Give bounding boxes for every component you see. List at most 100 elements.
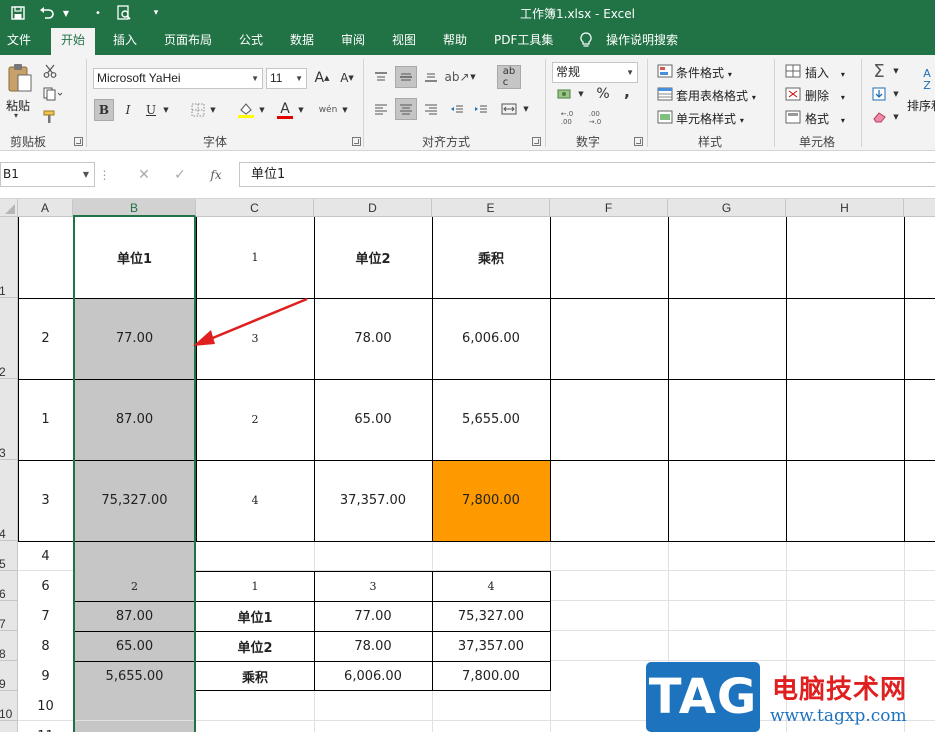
insert-cells-button[interactable]: 插入 ▾ xyxy=(805,64,845,81)
redo-icon[interactable]: • xyxy=(87,3,109,23)
enter-icon[interactable]: ✓ xyxy=(166,162,194,187)
fill-color-dropdown-icon[interactable]: ▼ xyxy=(257,99,267,121)
cell-d2[interactable]: 78.00 xyxy=(314,298,432,379)
cell-e1[interactable]: 乘积 xyxy=(432,217,550,298)
font-launcher-icon[interactable] xyxy=(352,137,361,146)
font-color-dropdown-icon[interactable]: ▼ xyxy=(296,99,306,121)
autosum-icon[interactable]: Σ xyxy=(869,61,889,82)
fill-color-icon[interactable] xyxy=(236,100,256,120)
row-header-3[interactable]: 3 xyxy=(0,379,18,460)
tab-file[interactable]: 文件 xyxy=(7,32,31,52)
underline-dropdown-icon[interactable]: ▼ xyxy=(161,99,171,121)
cell-b9[interactable]: 5,655.00 xyxy=(73,661,196,691)
undo-dropdown-icon[interactable]: ▼ xyxy=(60,3,72,23)
clipboard-launcher-icon[interactable] xyxy=(74,137,83,146)
cell-styles-button[interactable]: 单元格样式 ▾ xyxy=(676,110,744,127)
clear-icon[interactable] xyxy=(869,108,889,126)
merge-center-icon[interactable] xyxy=(499,99,519,119)
decrease-indent-icon[interactable] xyxy=(447,99,467,119)
row-header-7[interactable]: 7 xyxy=(0,601,18,631)
paste-dropdown-icon[interactable]: ▾ xyxy=(14,111,18,120)
decrease-decimal-icon[interactable]: .00 →.0 xyxy=(583,107,607,129)
format-cells-icon[interactable] xyxy=(784,109,802,125)
cell-c3[interactable]: 2 xyxy=(196,379,314,460)
column-header-a[interactable]: A xyxy=(18,199,73,217)
cell-a5[interactable]: 4 xyxy=(18,541,73,571)
insert-function-icon[interactable]: fx xyxy=(202,162,230,187)
cell-d1[interactable]: 单位2 xyxy=(314,217,432,298)
cell-b4[interactable]: 75,327.00 xyxy=(73,460,196,541)
print-preview-icon[interactable] xyxy=(113,3,135,23)
align-right-icon[interactable] xyxy=(421,99,441,119)
underline-button[interactable]: U xyxy=(142,99,160,121)
tell-me-search[interactable]: 操作说明搜索 xyxy=(606,32,678,52)
delete-cells-icon[interactable] xyxy=(784,86,802,102)
cell-a4[interactable]: 3 xyxy=(18,460,73,541)
alignment-launcher-icon[interactable] xyxy=(532,137,541,146)
cell-d7[interactable]: 77.00 xyxy=(314,601,432,631)
orientation-icon[interactable]: ab↗ xyxy=(444,67,469,87)
currency-icon[interactable] xyxy=(555,85,575,103)
row-header-6[interactable]: 6 xyxy=(0,571,18,601)
borders-dropdown-icon[interactable]: ▼ xyxy=(208,99,218,121)
paste-icon[interactable] xyxy=(6,61,34,95)
cell-d6[interactable]: 3 xyxy=(314,571,432,601)
currency-dropdown-icon[interactable]: ▼ xyxy=(576,85,586,103)
cell-e4[interactable]: 7,800.00 xyxy=(432,460,550,541)
cell-b2[interactable]: 77.00 xyxy=(73,298,196,379)
cancel-icon[interactable]: ✕ xyxy=(130,162,158,187)
select-all-button[interactable] xyxy=(0,199,18,217)
formula-input[interactable]: 单位1 xyxy=(239,162,935,187)
align-center-icon[interactable] xyxy=(395,98,417,120)
column-header-g[interactable]: G xyxy=(668,199,786,217)
shrink-font-button[interactable]: A ▼ xyxy=(338,68,356,88)
align-left-icon[interactable] xyxy=(371,99,391,119)
merge-dropdown-icon[interactable]: ▼ xyxy=(521,99,531,119)
cell-e3[interactable]: 5,655.00 xyxy=(432,379,550,460)
column-header-b[interactable]: B xyxy=(73,199,196,217)
cell-a10[interactable]: 10 xyxy=(18,691,73,721)
tab-view[interactable]: 视图 xyxy=(392,32,416,52)
cell-a3[interactable]: 1 xyxy=(18,379,73,460)
cell-c1[interactable]: 1 xyxy=(196,217,314,298)
phonetic-guide-icon[interactable]: wén xyxy=(318,100,338,120)
save-icon[interactable] xyxy=(7,3,29,23)
cell-b7[interactable]: 87.00 xyxy=(73,601,196,631)
row-header-1[interactable]: 1 xyxy=(0,217,18,298)
bold-button[interactable]: B xyxy=(94,99,114,121)
cell-a8[interactable]: 8 xyxy=(18,631,73,661)
row-header-10[interactable]: 10 xyxy=(0,691,18,721)
copy-icon[interactable] xyxy=(41,85,65,103)
grow-font-button[interactable]: A ▲ xyxy=(313,68,331,88)
comma-button[interactable]: , xyxy=(620,82,634,102)
number-format-select[interactable]: 常规 ▼ xyxy=(552,62,638,83)
undo-icon[interactable] xyxy=(36,3,58,23)
sort-filter-icon[interactable]: AZ xyxy=(917,63,935,97)
font-size-select[interactable]: 11 ▼ xyxy=(266,68,307,89)
row-header-9[interactable]: 9 xyxy=(0,661,18,691)
format-painter-icon[interactable] xyxy=(41,108,59,126)
percent-button[interactable]: % xyxy=(594,84,612,104)
borders-icon[interactable] xyxy=(189,101,207,119)
tab-data[interactable]: 数据 xyxy=(290,32,314,52)
column-header-f[interactable]: F xyxy=(550,199,668,217)
row-header-5[interactable]: 5 xyxy=(0,541,18,571)
delete-cells-button[interactable]: 删除 ▾ xyxy=(805,87,845,104)
italic-button[interactable]: I xyxy=(119,99,137,121)
tab-pdf-tools[interactable]: PDF工具集 xyxy=(494,32,553,52)
clear-dropdown-icon[interactable]: ▼ xyxy=(891,109,901,125)
row-header-4[interactable]: 4 xyxy=(0,460,18,541)
cell-d3[interactable]: 65.00 xyxy=(314,379,432,460)
cell-styles-icon[interactable] xyxy=(656,109,674,125)
align-top-icon[interactable] xyxy=(371,67,391,87)
row-header-8[interactable]: 8 xyxy=(0,631,18,661)
font-family-select[interactable]: Microsoft YaHei ▼ xyxy=(93,68,263,89)
increase-decimal-icon[interactable]: ←.0.00 xyxy=(555,107,579,129)
tab-insert[interactable]: 插入 xyxy=(113,32,137,52)
column-header-d[interactable]: D xyxy=(314,199,432,217)
wrap-text-icon[interactable]: ab c xyxy=(497,65,521,89)
cell-c4[interactable]: 4 xyxy=(196,460,314,541)
align-middle-icon[interactable] xyxy=(395,66,417,88)
cell-c7[interactable]: 单位1 xyxy=(196,601,314,631)
cell-a9[interactable]: 9 xyxy=(18,661,73,691)
